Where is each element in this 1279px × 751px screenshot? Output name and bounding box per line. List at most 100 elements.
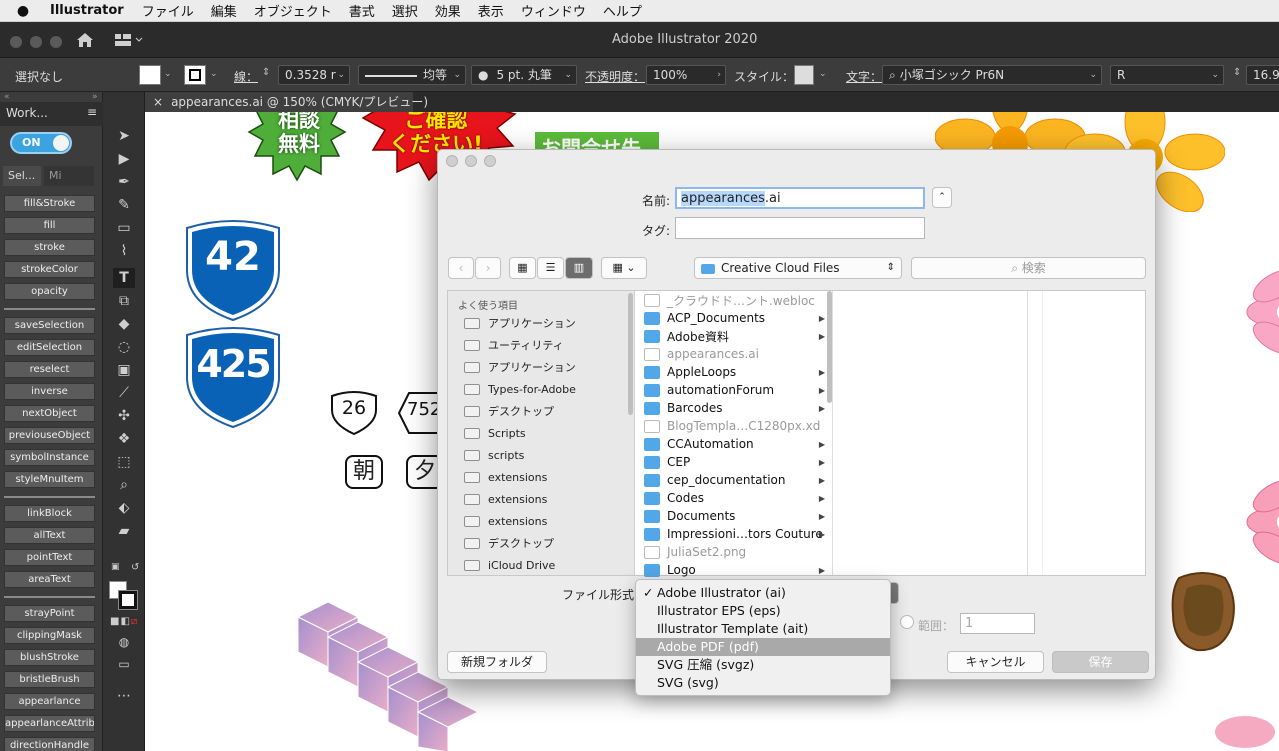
range-input[interactable]: 1 [960, 613, 1035, 634]
pen-tool-icon[interactable]: ✒ [113, 172, 135, 192]
opacity-input[interactable]: 100% › [646, 65, 726, 85]
collapse-dialog-button[interactable]: ⌃ [932, 187, 952, 208]
menu-help[interactable]: ヘルプ [603, 1, 642, 20]
file-list-item[interactable]: cep_documentation ▶ [644, 471, 829, 489]
font-size-input[interactable]: 16.9 [1246, 65, 1279, 85]
sidebar-scrollbar[interactable] [628, 293, 633, 415]
close-tab-icon[interactable]: × [153, 95, 163, 109]
action-button[interactable]: bristleBrush [4, 671, 95, 688]
sidebar-item[interactable]: デスクトップ [464, 533, 554, 553]
menu-type[interactable]: 書式 [349, 1, 375, 20]
zoom-tool-icon[interactable]: ⌕ [113, 475, 135, 495]
panel-menu-icon[interactable]: ≡ [87, 105, 97, 119]
file-format-option[interactable]: Adobe PDF (pdf) [636, 638, 890, 656]
action-button[interactable]: nextObject [4, 405, 95, 422]
fill-chevron-icon[interactable]: ⌄ [164, 69, 172, 79]
sidebar-item[interactable]: extensions [464, 489, 547, 509]
file-list-item[interactable]: Adobe資料 ▶ [644, 327, 829, 345]
sidebar-item[interactable]: アプリケーション [464, 357, 576, 377]
action-button[interactable]: linkBlock [4, 505, 95, 522]
rectangle-tool-icon[interactable]: ▭ [113, 218, 135, 238]
lasso-tool-icon[interactable]: ◌ [113, 337, 135, 357]
panel-title[interactable]: Work... [6, 106, 48, 120]
file-format-option[interactable]: SVG (svg) [636, 674, 890, 692]
action-button[interactable]: directionHandle [4, 737, 95, 751]
dialog-minimize-button[interactable] [465, 155, 477, 167]
menu-view[interactable]: 表示 [478, 1, 504, 20]
panel-tab-selection[interactable]: Sel... [3, 166, 41, 186]
ruler-tool-icon[interactable]: ▰ [113, 521, 135, 541]
search-field[interactable]: ⌕ 検索 [911, 257, 1146, 279]
back-button[interactable]: ‹ [448, 257, 474, 279]
list-view-button[interactable]: ☰ [537, 257, 564, 279]
action-button[interactable]: strokeColor [4, 261, 95, 278]
action-button[interactable]: opacity [4, 283, 95, 300]
action-button[interactable]: blushStroke [4, 649, 95, 666]
new-folder-button[interactable]: 新規フォルダ [447, 651, 547, 673]
action-button[interactable]: appearlanceAttribute [4, 715, 95, 732]
sidebar-item[interactable]: extensions [464, 511, 547, 531]
file-list-item[interactable]: ACP_Documents ▶ [644, 309, 829, 327]
collapse-panel-icon[interactable]: « [4, 92, 10, 102]
dialog-close-button[interactable] [446, 155, 458, 167]
direct-selection-tool-icon[interactable]: ▶ [113, 149, 135, 169]
stroke-swatch[interactable] [184, 65, 206, 85]
file-list-item[interactable]: CEP ▶ [644, 453, 829, 471]
file-list-item[interactable]: automationForum ▶ [644, 381, 829, 399]
file-list-item[interactable]: JuliaSet2.png [644, 543, 829, 561]
action-button[interactable]: allText [4, 527, 95, 544]
sidebar-item[interactable]: extensions [464, 467, 547, 487]
character-label[interactable]: 文字： [846, 68, 882, 85]
stroke-chevron-icon[interactable]: ⌄ [210, 69, 218, 79]
file-list-item[interactable]: AppleLoops ▶ [644, 363, 829, 381]
file-list-item[interactable]: BlogTempla…C1280px.xd [644, 417, 829, 435]
filename-input[interactable]: appearances.ai [675, 187, 925, 209]
sidebar-item[interactable]: Scripts [464, 423, 526, 443]
file-format-option[interactable]: Illustrator EPS (eps) [636, 602, 890, 620]
action-button[interactable]: inverse [4, 383, 95, 400]
brush-definition[interactable]: ● 5 pt. 丸筆 ⌄ [471, 65, 577, 85]
stroke-color-box[interactable] [118, 590, 138, 610]
action-button[interactable]: editSelection [4, 339, 95, 356]
paintbrush-tool-icon[interactable]: ⌇ [113, 241, 135, 261]
save-button[interactable]: 保存 [1052, 651, 1149, 673]
swap-colors-icon[interactable]: ↺ [131, 562, 139, 573]
artboard-tool-icon[interactable]: ⬚ [113, 452, 135, 472]
action-button[interactable]: fill [4, 217, 95, 234]
sidebar-item[interactable]: Types-for-Adobe [464, 379, 576, 399]
variable-width-profile[interactable]: 均等 ⌄ [358, 65, 466, 85]
action-button[interactable]: symbolInstance [4, 449, 95, 466]
action-button[interactable]: areaText [4, 571, 95, 588]
file-list-item[interactable]: CCAutomation ▶ [644, 435, 829, 453]
file-list-item[interactable]: appearances.ai [644, 345, 829, 363]
menu-app-name[interactable]: Illustrator [50, 3, 124, 18]
range-radio[interactable] [900, 615, 914, 629]
action-button[interactable]: fill&Stroke [4, 195, 95, 212]
document-tab[interactable]: × appearances.ai @ 150% (CMYK/プレビュー) [145, 92, 428, 112]
sidebar-item[interactable]: アプリケーション [464, 313, 576, 333]
file-list-item[interactable]: _クラウドド…ント.webloc [644, 291, 829, 309]
location-popup[interactable]: Creative Cloud Files ⇕ [694, 257, 902, 279]
sidebar-item[interactable]: ユーティリティ [464, 335, 564, 355]
sidebar-item[interactable]: デスクトップ [464, 401, 554, 421]
style-chevron-icon[interactable]: ⌄ [819, 69, 827, 79]
file-format-option[interactable]: Illustrator Template (ait) [636, 620, 890, 638]
file-format-option[interactable]: ✓ Adobe Illustrator (ai) [636, 584, 890, 602]
icon-view-button[interactable]: ▦ [509, 257, 536, 279]
expand-panel-icon[interactable]: » [92, 92, 98, 102]
screen-mode-icon[interactable]: ▭ [113, 654, 135, 674]
color-mode-icons[interactable]: ■◧⧄ [110, 616, 138, 627]
default-colors-icon[interactable]: ▣ [111, 562, 120, 572]
font-size-stepper-icon[interactable]: ⇕ [1233, 67, 1241, 78]
action-button[interactable]: styleMnuItem [4, 471, 95, 488]
file-format-option[interactable]: SVG 圧縮 (svgz) [636, 656, 890, 674]
apple-icon[interactable]: ● [14, 3, 32, 19]
cancel-button[interactable]: キャンセル [947, 651, 1044, 673]
stroke-label[interactable]: 線： [234, 68, 258, 85]
graphic-style-swatch[interactable] [794, 65, 814, 85]
gradient-tool-icon[interactable]: ▣ [113, 360, 135, 380]
menu-select[interactable]: 選択 [392, 1, 418, 20]
selection-tool-icon[interactable]: ➤ [113, 126, 135, 146]
sidebar-item[interactable]: iCloud Drive [464, 555, 555, 575]
file-list-item[interactable]: Logo ▶ [644, 561, 829, 579]
